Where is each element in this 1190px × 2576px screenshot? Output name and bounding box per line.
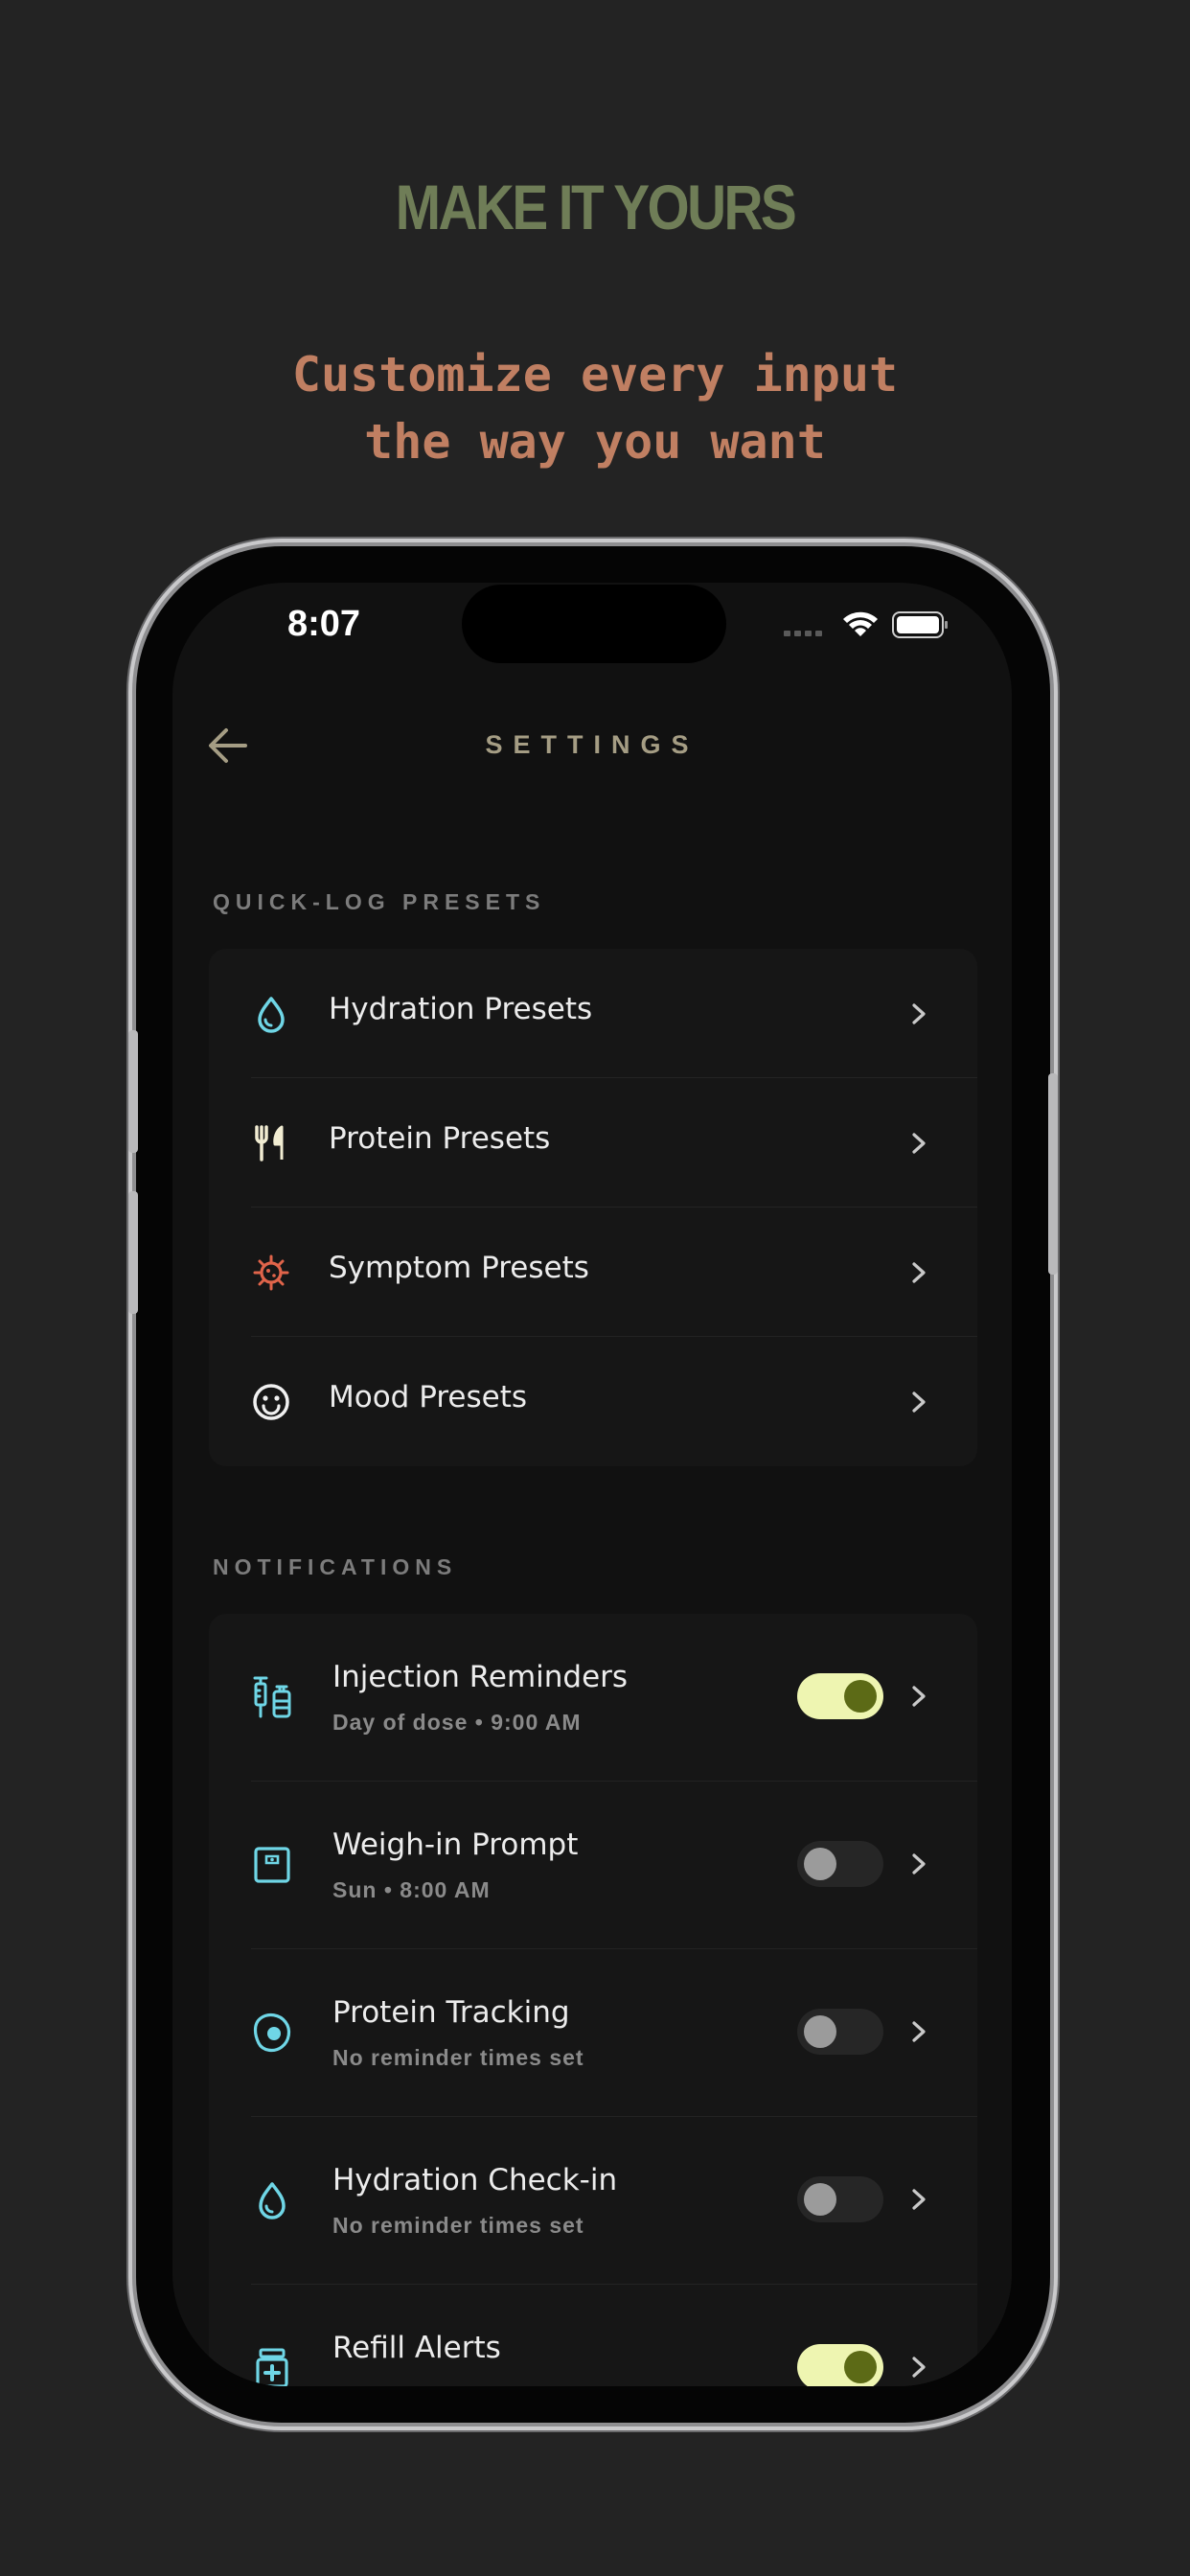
promo-headline: MAKE IT YOURS <box>395 172 797 242</box>
scale-icon <box>254 1847 290 1883</box>
injection-reminders-toggle[interactable] <box>797 1673 883 1719</box>
chevron-right-icon <box>912 2189 926 2210</box>
promo-subline-2: the way you want <box>364 414 826 470</box>
phone-power-button <box>1048 1073 1058 1275</box>
chevron-right-icon <box>912 1003 926 1024</box>
phone-volume-down-button <box>128 1191 138 1314</box>
list-item-weigh-in-prompt[interactable]: Weigh-in Prompt Sun • 8:00 AM <box>209 1782 977 1949</box>
list-item-label: Protein Presets <box>329 1121 551 1156</box>
list-item-label: Injection Reminders <box>332 1660 629 1694</box>
phone-screen: 8:07 SETTINGS QUICK-LOG PRESETS Hydratio… <box>172 583 1012 2386</box>
notifications-card: Injection Reminders Day of dose • 9:00 A… <box>209 1614 977 2386</box>
syringe-vial-icon <box>253 1676 291 1718</box>
list-item-sublabel: No reminder times set <box>332 2045 584 2070</box>
page-title: SETTINGS <box>485 730 699 759</box>
list-item-sublabel: Sun • 8:00 AM <box>332 1877 491 1902</box>
chevron-right-icon <box>912 1853 926 1874</box>
list-item-label: Hydration Check-in <box>332 2163 618 2197</box>
cellular-icon <box>784 631 822 636</box>
chevron-right-icon <box>912 1262 926 1283</box>
chevron-right-icon <box>912 1392 926 1413</box>
chevron-right-icon <box>912 2021 926 2042</box>
promo-subline-1: Customize every input <box>291 347 899 402</box>
toggle-knob <box>844 1680 877 1713</box>
pill-bottle-icon <box>256 2348 288 2386</box>
chevron-right-icon <box>912 2357 926 2378</box>
status-time: 8:07 <box>287 604 361 644</box>
section-title-notifications: NOTIFICATIONS <box>213 1554 458 1579</box>
list-item-protein-tracking[interactable]: Protein Tracking No reminder times set <box>209 1949 977 2117</box>
toggle-knob <box>844 2351 877 2383</box>
toggle-knob <box>804 2015 836 2048</box>
section-title-quick-log: QUICK-LOG PRESETS <box>213 889 546 914</box>
chevron-right-icon <box>912 1686 926 1707</box>
weigh-in-prompt-toggle[interactable] <box>797 1841 883 1887</box>
phone-volume-up-button <box>128 1030 138 1153</box>
toggle-knob <box>804 2183 836 2216</box>
list-item-hydration-presets[interactable]: Hydration Presets <box>209 949 977 1078</box>
water-drop-icon <box>258 997 285 1033</box>
refill-alerts-toggle[interactable] <box>797 2344 883 2386</box>
list-item-refill-alerts[interactable]: Refill Alerts <box>209 2285 977 2386</box>
list-item-sublabel: No reminder times set <box>332 2213 584 2238</box>
list-item-protein-presets[interactable]: Protein Presets <box>209 1078 977 1208</box>
water-drop-icon <box>259 2182 286 2220</box>
list-item-label: Hydration Presets <box>329 992 593 1026</box>
chevron-right-icon <box>912 1133 926 1154</box>
list-item-mood-presets[interactable]: Mood Presets <box>209 1337 977 1466</box>
list-item-sublabel: Day of dose • 9:00 AM <box>332 1710 582 1735</box>
list-item-symptom-presets[interactable]: Symptom Presets <box>209 1208 977 1337</box>
list-item-label: Protein Tracking <box>332 1995 570 2030</box>
fork-knife-icon <box>255 1125 284 1162</box>
battery-icon <box>892 611 948 638</box>
list-item-label: Symptom Presets <box>329 1251 589 1285</box>
list-item-hydration-check-in[interactable]: Hydration Check-in No reminder times set <box>209 2117 977 2285</box>
virus-icon <box>253 1254 289 1291</box>
quick-log-card: Hydration Presets Protein Presets Sympto… <box>209 949 977 1466</box>
dynamic-island <box>462 585 726 663</box>
status-icons <box>784 611 948 638</box>
toggle-knob <box>804 1848 836 1880</box>
egg-icon <box>253 2012 291 2053</box>
protein-tracking-toggle[interactable] <box>797 2009 883 2055</box>
list-item-label: Weigh-in Prompt <box>332 1828 579 1862</box>
list-item-label: Refill Alerts <box>332 2331 501 2365</box>
wifi-icon <box>843 611 878 636</box>
list-item-label: Mood Presets <box>329 1380 528 1414</box>
list-item-injection-reminders[interactable]: Injection Reminders Day of dose • 9:00 A… <box>209 1614 977 1782</box>
hydration-check-in-toggle[interactable] <box>797 2176 883 2222</box>
smiley-icon <box>253 1384 289 1420</box>
